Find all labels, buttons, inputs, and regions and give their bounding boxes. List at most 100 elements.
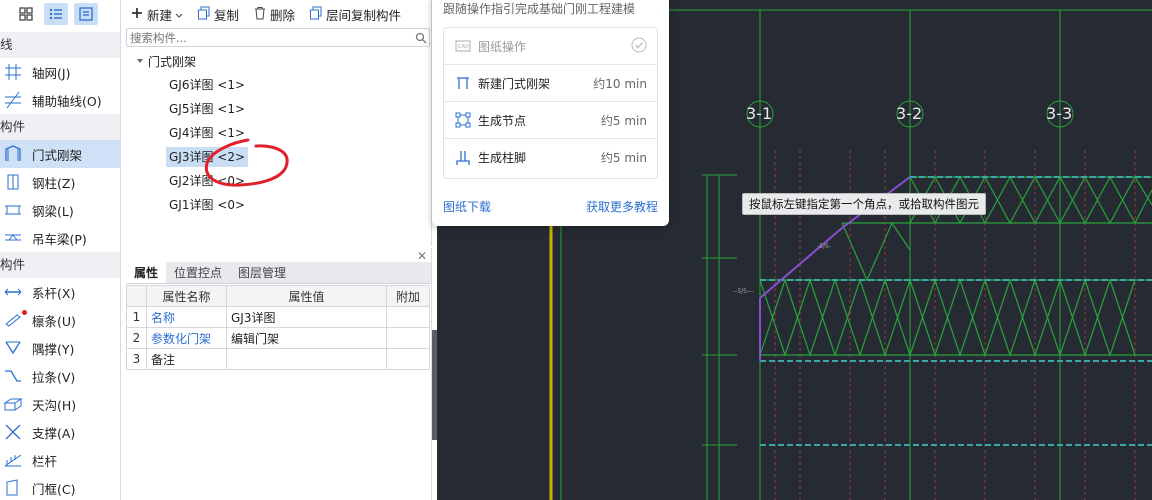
nav-item-label: 栏杆 bbox=[32, 453, 58, 469]
property-extra[interactable] bbox=[386, 348, 430, 370]
nav-item-label: 支撑(A) bbox=[32, 425, 76, 441]
door-frame-icon bbox=[2, 478, 24, 498]
nav-item-aux-axis[interactable]: 辅助轴线(O) bbox=[0, 86, 120, 114]
detail-view-icon[interactable] bbox=[74, 3, 98, 25]
table-row[interactable]: 3 备注 bbox=[126, 348, 430, 370]
col-header-value: 属性值 bbox=[226, 285, 387, 307]
portal-frame-icon bbox=[454, 74, 472, 92]
nav-item-knee-brace[interactable]: 隅撑(Y) bbox=[0, 334, 120, 362]
search-input[interactable] bbox=[127, 29, 413, 46]
property-extra[interactable] bbox=[386, 327, 430, 349]
drawing-download-link[interactable]: 图纸下载 bbox=[443, 198, 491, 215]
properties-tabs: 属性 位置控点 图层管理 bbox=[126, 262, 431, 284]
nav-item-steel-beam[interactable]: 钢梁(L) bbox=[0, 196, 120, 224]
caret-down-icon[interactable] bbox=[136, 54, 144, 68]
gutter-icon bbox=[2, 394, 24, 414]
col-header-extra: 附加 bbox=[386, 285, 430, 307]
tree-node-gj1[interactable]: GJ1详图 <0> bbox=[166, 195, 248, 215]
tree-root-portal-frame[interactable]: 门式刚架 bbox=[136, 52, 196, 70]
nav-item-gutter[interactable]: 天沟(H) bbox=[0, 390, 120, 418]
row-number: 1 bbox=[126, 306, 147, 328]
steel-column-icon bbox=[2, 172, 24, 192]
more-tutorials-link[interactable]: 获取更多教程 bbox=[586, 198, 658, 215]
nav-view-switcher bbox=[0, 0, 120, 28]
property-value[interactable]: 编辑门架 bbox=[226, 327, 387, 349]
svg-text:--5/5---: --5/5--- bbox=[733, 288, 753, 295]
guide-title: 跟随操作指引完成基础门刚工程建模 bbox=[443, 2, 636, 16]
trash-icon bbox=[253, 6, 267, 23]
tie-rod-icon bbox=[2, 366, 24, 386]
nav-item-bracing[interactable]: 支撑(A) bbox=[0, 418, 120, 446]
category-line[interactable]: 线 bbox=[0, 32, 120, 58]
nodes-icon bbox=[454, 111, 472, 129]
nav-item-label: 门框(C) bbox=[32, 481, 76, 497]
property-value[interactable] bbox=[226, 348, 387, 370]
table-row[interactable]: 1 名称 GJ3详图 bbox=[126, 306, 430, 328]
delete-button[interactable]: 删除 bbox=[253, 5, 295, 24]
tab-control-points[interactable]: 位置控点 bbox=[166, 262, 230, 283]
tab-properties[interactable]: 属性 bbox=[126, 262, 167, 283]
axis-label-3-2: 3-2 bbox=[896, 104, 923, 123]
guide-step-drawing[interactable]: CAD 图纸操作 bbox=[444, 28, 657, 65]
nav-item-railing[interactable]: 栏杆 bbox=[0, 446, 120, 474]
column-base-icon bbox=[454, 149, 472, 167]
nav-item-label: 系杆(X) bbox=[32, 285, 76, 301]
tree-node-gj4[interactable]: GJ4详图 <1> bbox=[166, 123, 248, 143]
nav-item-label: 钢梁(L) bbox=[32, 203, 74, 219]
nav-item-label: 拉条(V) bbox=[32, 369, 76, 385]
search-icon[interactable] bbox=[413, 30, 429, 46]
tree-node-gj2[interactable]: GJ2详图 <0> bbox=[166, 171, 248, 191]
nav-item-steel-column[interactable]: 钢柱(Z) bbox=[0, 168, 120, 196]
nav-item-label: 辅助轴线(O) bbox=[32, 93, 102, 109]
railing-icon bbox=[2, 450, 24, 470]
category-component[interactable]: 构件 bbox=[0, 114, 120, 140]
copy-label: 复制 bbox=[214, 7, 240, 23]
guide-step-duration: 约10 min bbox=[593, 76, 647, 91]
tree-node-gj3[interactable]: GJ3详图 <2> bbox=[166, 147, 249, 167]
property-name: 参数化门架 bbox=[146, 327, 227, 349]
tree-node-gj5[interactable]: GJ5详图 <1> bbox=[166, 99, 248, 119]
properties-table: 属性名称 属性值 附加 1 名称 GJ3详图 2 参数化门架 编辑门架 3 备注 bbox=[126, 285, 430, 370]
property-value[interactable]: GJ3详图 bbox=[226, 306, 387, 328]
cad-hint-tooltip: 按鼠标左键指定第一个角点，或拾取构件图元 bbox=[742, 193, 986, 215]
table-row[interactable]: 2 参数化门架 编辑门架 bbox=[126, 327, 430, 349]
guide-step-new-frame[interactable]: 新建门式刚架 约10 min bbox=[444, 65, 657, 102]
drawing-icon: CAD bbox=[454, 37, 472, 55]
portal-frame-icon bbox=[2, 144, 24, 164]
new-icon bbox=[130, 6, 144, 23]
close-icon[interactable]: ✕ bbox=[417, 249, 427, 263]
tree-node-gj6[interactable]: GJ6详图 <1> bbox=[166, 75, 248, 95]
property-name: 备注 bbox=[146, 348, 227, 370]
nav-item-label: 门式刚架 bbox=[32, 147, 83, 163]
svg-text:CAD: CAD bbox=[458, 44, 469, 50]
floor-copy-button[interactable]: 层间复制构件 bbox=[309, 5, 401, 24]
property-name: 名称 bbox=[146, 306, 227, 328]
component-nav: 线 轴网(J) 辅助轴线(O) 构件 门式刚架 钢柱(Z) 钢梁(L) 吊车梁(… bbox=[0, 0, 121, 500]
list-view-icon[interactable] bbox=[44, 3, 68, 25]
col-index bbox=[126, 285, 147, 307]
category-component[interactable]: 构件 bbox=[0, 252, 120, 278]
guide-popup: 跟随操作指引完成基础门刚工程建模 CAD 图纸操作 新建门式刚架 约10 min… bbox=[432, 0, 669, 226]
new-button[interactable]: 新建 bbox=[130, 5, 183, 24]
nav-item-tie-bar[interactable]: 系杆(X) bbox=[0, 278, 120, 306]
axis-label-3-3: 3-3 bbox=[1046, 104, 1073, 123]
guide-steps: CAD 图纸操作 新建门式刚架 约10 min 生成节点 约5 min 生成柱脚… bbox=[443, 27, 658, 179]
nav-item-crane-beam[interactable]: 吊车梁(P) bbox=[0, 224, 120, 252]
grid-view-icon[interactable] bbox=[14, 3, 38, 25]
tie-bar-icon bbox=[2, 282, 24, 302]
col-header-name: 属性名称 bbox=[146, 285, 227, 307]
nav-item-tie-rod[interactable]: 拉条(V) bbox=[0, 362, 120, 390]
tab-layer-management[interactable]: 图层管理 bbox=[230, 262, 294, 283]
nav-item-door-frame[interactable]: 门框(C) bbox=[0, 474, 120, 500]
copy-button[interactable]: 复制 bbox=[197, 5, 239, 24]
nav-item-portal-frame[interactable]: 门式刚架 bbox=[0, 140, 120, 168]
guide-step-label: 新建门式刚架 bbox=[478, 76, 551, 91]
guide-step-generate-nodes[interactable]: 生成节点 约5 min bbox=[444, 102, 657, 139]
purlin-icon bbox=[2, 310, 24, 330]
nav-item-axis-grid[interactable]: 轴网(J) bbox=[0, 58, 120, 86]
guide-step-generate-base[interactable]: 生成柱脚 约5 min bbox=[444, 139, 657, 176]
nav-item-purlin[interactable]: 檩条(U) bbox=[0, 306, 120, 334]
tree-root-label: 门式刚架 bbox=[148, 54, 197, 69]
property-extra[interactable] bbox=[386, 306, 430, 328]
component-tree-panel: 新建 复制 删除 层间复制构件 门式刚架 GJ6详图 <1> GJ5详图 <1>… bbox=[122, 0, 432, 246]
